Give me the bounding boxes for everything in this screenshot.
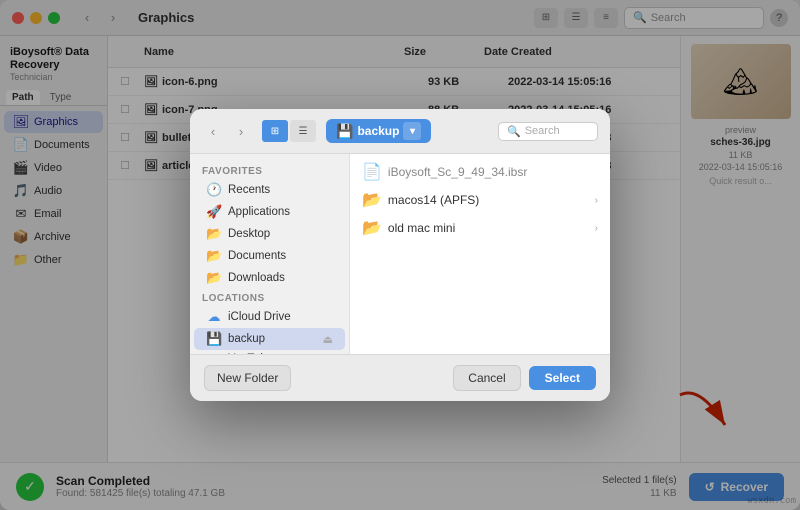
dialog-search-icon: 🔍 [507,125,521,138]
dialog-file-row[interactable]: 📂 old mac mini › [350,214,610,242]
location-dropdown[interactable]: ▾ [403,122,421,140]
applications-icon: 🚀 [206,204,222,220]
finder-item-recents[interactable]: 🕐 Recents [194,179,345,201]
dialog-file-browser: 📄 iBoysoft_Sc_9_49_34.ibsr 📂 macos14 (AP… [350,154,610,354]
finder-label-backup: backup [228,333,317,345]
dialog-forward-button[interactable]: › [230,120,252,142]
cancel-button[interactable]: Cancel [453,365,520,391]
finder-label-applications: Applications [228,206,333,218]
finder-label-downloads: Downloads [228,272,333,284]
dialog-foldername-2: old mac mini [388,221,589,235]
finder-item-downloads[interactable]: 📂 Downloads [194,267,345,289]
dialog-file-row[interactable]: 📂 macos14 (APFS) › [350,186,610,214]
finder-label-desktop: Desktop [228,228,333,240]
downloads-icon: 📂 [206,270,222,286]
icloud-icon: ☁ [206,309,222,325]
dialog-toolbar: ‹ › ⊞ ☰ 💾 backup ▾ 🔍 Search [190,109,610,154]
recents-icon: 🕐 [206,182,222,198]
locations-label: Locations [190,289,349,306]
favorites-label: Favorites [190,162,349,179]
backup-drive-icon: 💾 [206,331,222,347]
dialog-search-placeholder: Search [525,125,560,137]
finder-item-documents[interactable]: 📂 Documents [194,245,345,267]
dialog-filename: iBoysoft_Sc_9_49_34.ibsr [388,165,598,179]
chevron-right-icon: › [595,195,598,206]
dialog-overlay: ‹ › ⊞ ☰ 💾 backup ▾ 🔍 Search Favorites [0,0,800,510]
folder-icon-2: 📂 [362,218,382,238]
finder-item-desktop[interactable]: 📂 Desktop [194,223,345,245]
finder-label-icloud: iCloud Drive [228,311,333,323]
select-button[interactable]: Select [529,366,596,390]
eject-icon: ⏏ [323,333,333,346]
dialog-column-view[interactable]: ⊞ [262,120,288,142]
save-dialog: ‹ › ⊞ ☰ 💾 backup ▾ 🔍 Search Favorites [190,109,610,401]
dialog-view-toggle: ⊞ ☰ [262,120,316,142]
finder-item-applications[interactable]: 🚀 Applications [194,201,345,223]
finder-sidebar: Favorites 🕐 Recents 🚀 Applications 📂 Des… [190,154,350,354]
dialog-foldername: macos14 (APFS) [388,193,589,207]
finder-item-backup[interactable]: 💾 backup ⏏ [194,328,345,350]
dialog-list-view[interactable]: ☰ [290,120,316,142]
backup-icon: 💾 [336,123,353,140]
documents-icon: 📂 [206,248,222,264]
finder-label-recents: Recents [228,184,333,196]
file-type-icon: 📄 [362,162,382,182]
dialog-back-button[interactable]: ‹ [202,120,224,142]
desktop-icon: 📂 [206,226,222,242]
chevron-right-icon-2: › [595,223,598,234]
dialog-search[interactable]: 🔍 Search [498,122,598,141]
dialog-location: 💾 backup ▾ [326,119,431,143]
finder-item-icloud[interactable]: ☁ iCloud Drive [194,306,345,328]
folder-icon: 📂 [362,190,382,210]
dialog-body: Favorites 🕐 Recents 🚀 Applications 📂 Des… [190,154,610,354]
new-folder-button[interactable]: New Folder [204,365,291,391]
dialog-footer: New Folder Cancel Select [190,354,610,401]
dialog-file-row[interactable]: 📄 iBoysoft_Sc_9_49_34.ibsr [350,158,610,186]
dialog-location-label: backup [357,124,399,138]
finder-label-documents: Documents [228,250,333,262]
